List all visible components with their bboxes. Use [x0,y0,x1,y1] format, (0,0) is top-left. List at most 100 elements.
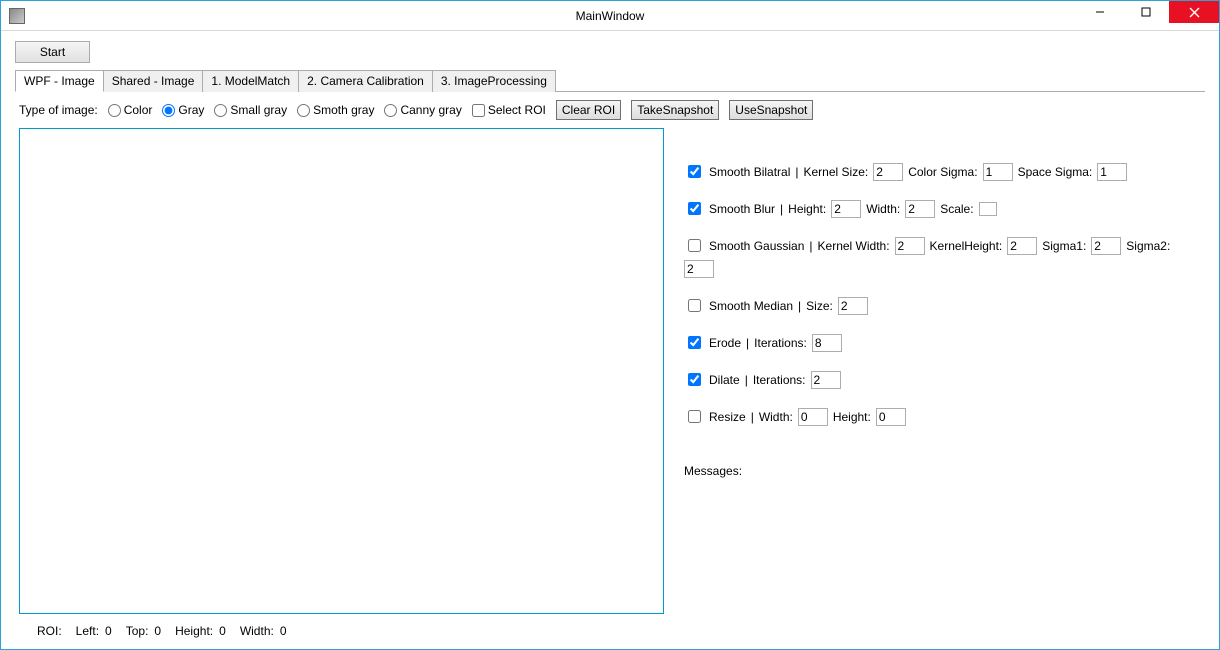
blur-check[interactable] [688,202,701,215]
erode-iter-input[interactable] [812,334,842,352]
titlebar: MainWindow [1,1,1219,31]
radio-cannygray-input[interactable] [384,104,397,117]
op-median: Smooth Median | Size: [684,296,1201,315]
radio-gray-input[interactable] [162,104,175,117]
tab-camera-calibration[interactable]: 2. Camera Calibration [298,70,433,92]
blur-width-label: Width: [866,202,900,216]
bilateral-sep: | [795,165,798,179]
roi-height-value: 0 [219,624,226,638]
select-roi-checkbox[interactable]: Select ROI [472,103,546,117]
bilateral-kernel-input[interactable] [873,163,903,181]
resize-w-label: Width: [759,410,793,424]
content-area: Start WPF - Image Shared - Image 1. Mode… [1,31,1219,648]
gaussian-s2-label: Sigma2: [1126,239,1170,253]
blur-height-input[interactable] [831,200,861,218]
tab-shared-image[interactable]: Shared - Image [103,70,204,92]
resize-label: Resize [709,410,746,424]
roi-left-label: Left: [76,624,99,638]
minimize-button[interactable] [1077,1,1123,23]
window-controls [1077,1,1219,23]
radio-smallgray[interactable]: Small gray [214,103,287,117]
bilateral-colorsig-input[interactable] [983,163,1013,181]
image-canvas[interactable] [19,128,664,614]
roi-height-label: Height: [175,624,213,638]
messages-label: Messages: [684,464,1201,478]
select-roi-input[interactable] [472,104,485,117]
app-icon [9,8,25,24]
tab-strip: WPF - Image Shared - Image 1. ModelMatch… [15,69,1205,92]
median-size-label: Size: [806,299,833,313]
resize-check[interactable] [688,410,701,423]
radio-gray[interactable]: Gray [162,103,204,117]
resize-h-input[interactable] [876,408,906,426]
erode-check[interactable] [688,336,701,349]
roi-label: ROI: [37,624,62,638]
resize-w-input[interactable] [798,408,828,426]
bilateral-label: Smooth Bilatral [709,165,790,179]
median-label: Smooth Median [709,299,793,313]
dilate-iter-input[interactable] [811,371,841,389]
type-of-image-row: Type of image: Color Gray Small gray Smo… [19,100,1201,120]
roi-width-value: 0 [280,624,287,638]
radio-cannygray-label: Canny gray [400,103,461,117]
gaussian-kh-label: KernelHeight: [930,239,1003,253]
tab-body: Type of image: Color Gray Small gray Smo… [15,92,1205,642]
operations-panel: Smooth Bilatral | Kernel Size: Color Sig… [684,128,1201,614]
radio-smothgray-label: Smoth gray [313,103,374,117]
op-bilateral: Smooth Bilatral | Kernel Size: Color Sig… [684,162,1201,181]
bilateral-kernel-label: Kernel Size: [804,165,869,179]
erode-label: Erode [709,336,741,350]
op-blur: Smooth Blur | Height: Width: Scale: [684,199,1201,218]
median-check[interactable] [688,299,701,312]
roi-status-row: ROI: Left: 0 Top: 0 Height: 0 Width: 0 [19,624,1201,638]
radio-color-input[interactable] [108,104,121,117]
window-title: MainWindow [1,9,1219,23]
roi-left-value: 0 [105,624,112,638]
dilate-label: Dilate [709,373,740,387]
select-roi-label: Select ROI [488,103,546,117]
gaussian-check[interactable] [688,239,701,252]
radio-smallgray-input[interactable] [214,104,227,117]
bilateral-colorsig-label: Color Sigma: [908,165,977,179]
dilate-check[interactable] [688,373,701,386]
roi-top-label: Top: [126,624,149,638]
tab-image-processing[interactable]: 3. ImageProcessing [432,70,556,92]
maximize-button[interactable] [1123,1,1169,23]
radio-color[interactable]: Color [108,103,153,117]
tab-wpf-image[interactable]: WPF - Image [15,70,104,92]
take-snapshot-button[interactable]: TakeSnapshot [631,100,719,120]
op-erode: Erode | Iterations: [684,333,1201,352]
gaussian-kw-label: Kernel Width: [818,239,890,253]
close-button[interactable] [1169,1,1219,23]
op-dilate: Dilate | Iterations: [684,370,1201,389]
gaussian-kh-input[interactable] [1007,237,1037,255]
gaussian-kw-input[interactable] [895,237,925,255]
use-snapshot-button[interactable]: UseSnapshot [729,100,813,120]
blur-scale-input[interactable] [979,202,997,216]
roi-width-label: Width: [240,624,274,638]
blur-height-label: Height: [788,202,826,216]
radio-cannygray[interactable]: Canny gray [384,103,461,117]
gaussian-s1-label: Sigma1: [1042,239,1086,253]
median-size-input[interactable] [838,297,868,315]
radio-smothgray[interactable]: Smoth gray [297,103,374,117]
blur-scale-label: Scale: [940,202,973,216]
bilateral-spacesig-input[interactable] [1097,163,1127,181]
clear-roi-button[interactable]: Clear ROI [556,100,621,120]
op-resize: Resize | Width: Height: [684,407,1201,426]
dilate-iter-label: Iterations: [753,373,806,387]
tab-model-match[interactable]: 1. ModelMatch [202,70,299,92]
radio-smothgray-input[interactable] [297,104,310,117]
work-split: Smooth Bilatral | Kernel Size: Color Sig… [19,128,1201,614]
gaussian-s2-input[interactable] [684,260,714,278]
roi-top-value: 0 [154,624,161,638]
erode-iter-label: Iterations: [754,336,807,350]
radio-smallgray-label: Small gray [230,103,287,117]
blur-label: Smooth Blur [709,202,775,216]
resize-h-label: Height: [833,410,871,424]
start-button[interactable]: Start [15,41,90,63]
bilateral-check[interactable] [688,165,701,178]
radio-color-label: Color [124,103,153,117]
gaussian-s1-input[interactable] [1091,237,1121,255]
blur-width-input[interactable] [905,200,935,218]
